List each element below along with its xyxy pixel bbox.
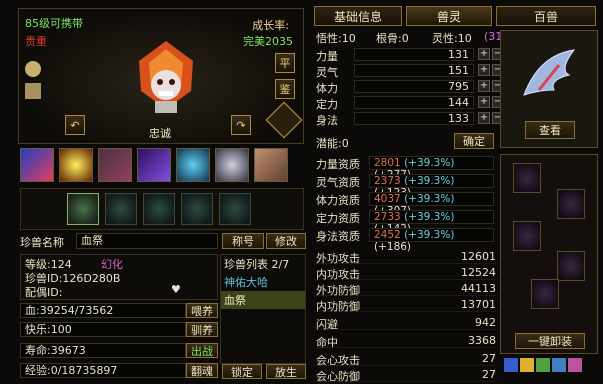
release-button[interactable]: 放生 xyxy=(266,364,306,379)
exp-bar: 经验:0/18735897 xyxy=(20,363,186,378)
apt-focus: 定力资质 2733 (+39.3%) (+142) xyxy=(314,210,494,235)
skill-bar xyxy=(20,146,304,184)
pet-list: 珍兽列表 2/7 神佑大哈 血祭 xyxy=(220,254,306,364)
buff-icon xyxy=(504,358,518,372)
appraise-button[interactable]: 鉴 xyxy=(275,79,295,99)
talent-slot[interactable] xyxy=(143,193,175,225)
plus-icon[interactable]: + xyxy=(478,64,490,76)
tab-basic-info[interactable]: 基础信息 xyxy=(314,6,402,26)
buff-icon xyxy=(520,358,534,372)
skill-lightning-icon[interactable] xyxy=(137,148,171,182)
feed-button[interactable]: 喂养 xyxy=(186,303,218,318)
talent-slot[interactable] xyxy=(67,193,99,225)
attr-strength: 力量 131 + − xyxy=(316,48,504,63)
wing-icon xyxy=(523,49,576,96)
equip-slot[interactable] xyxy=(531,279,559,309)
apt-strength: 力量资质 2801 (+39.3%) (+277) xyxy=(314,156,494,181)
lock-button[interactable]: 锁定 xyxy=(222,364,262,379)
ping-button[interactable]: 平 xyxy=(275,53,295,73)
rarity-label: 贵重 xyxy=(25,35,47,48)
attr-focus: 定力 144 + − xyxy=(316,96,504,111)
edit-button[interactable]: 修改 xyxy=(266,233,306,249)
battle-stat: 会心防御 27 xyxy=(314,368,498,383)
plus-icon[interactable]: + xyxy=(478,112,490,124)
attr-agility: 身法 133 + − xyxy=(316,112,504,127)
helmet-icon[interactable] xyxy=(25,61,41,77)
lifespan-bar: 寿命:39673 xyxy=(20,343,186,358)
skill-whirl-icon[interactable] xyxy=(176,148,210,182)
confirm-button[interactable]: 确定 xyxy=(454,133,494,149)
spirit-portrait-frame: 查看 xyxy=(500,30,598,148)
deploy-button[interactable]: 出战 xyxy=(186,343,218,358)
battle-stat: 内功攻击 12524 xyxy=(314,266,498,281)
tab-beast-spirit[interactable]: 兽灵 xyxy=(406,6,492,26)
battle-stat: 命中 3368 xyxy=(314,334,498,349)
pet-name-label: 珍兽名称 xyxy=(20,236,64,249)
potential-points: 潜能:0 xyxy=(316,137,349,150)
pet-info-panel: 等级:124 幻化 珍兽ID:126D280B 配偶ID: ♥ xyxy=(20,254,218,300)
pet-list-item[interactable]: 神佑大哈 xyxy=(221,273,305,291)
tame-button[interactable]: 驯养 xyxy=(186,322,218,337)
apt-stamina: 体力资质 4037 (+39.3%) (+307) xyxy=(314,192,494,217)
talent-slot[interactable] xyxy=(105,193,137,225)
happiness-bar: 快乐:100 xyxy=(20,322,186,337)
buff-icon xyxy=(568,358,582,372)
armor-icon[interactable] xyxy=(25,83,41,99)
pet-list-header: 珍兽列表 2/7 xyxy=(224,258,290,271)
talent-slot[interactable] xyxy=(181,193,213,225)
attr-stamina: 体力 795 + − xyxy=(316,80,504,95)
hp-bar: 血:39254/73562 xyxy=(20,303,186,318)
buff-icon xyxy=(552,358,566,372)
skill-skull-icon[interactable] xyxy=(215,148,249,182)
growth-label: 成长率: xyxy=(252,19,289,32)
pet-display: 85级可携带 贵重 成长率: 完美2035 平 鉴 ↶ ↷ 忠诚 xyxy=(18,8,304,144)
talent-slot[interactable] xyxy=(219,193,251,225)
battle-stat: 外功攻击 12601 xyxy=(314,250,498,265)
pet-name-input[interactable]: 血祭 xyxy=(76,233,218,249)
skill-fire-icon[interactable] xyxy=(59,148,93,182)
skill-demon-icon[interactable] xyxy=(20,148,54,182)
view-button[interactable]: 查看 xyxy=(525,121,575,139)
equip-slot[interactable] xyxy=(557,189,585,219)
battle-stat: 外功防御 44113 xyxy=(314,282,498,297)
pet-model xyxy=(139,41,193,113)
equipment-panel: 一键卸装 xyxy=(500,154,598,354)
attr-spirit: 灵气 151 + − xyxy=(316,64,504,79)
root-bone: 根骨:0 xyxy=(376,32,409,45)
rotate-left-button[interactable]: ↶ xyxy=(65,115,85,135)
buff-icon xyxy=(536,358,550,372)
buff-icons xyxy=(504,358,582,372)
rotate-right-button[interactable]: ↷ xyxy=(231,115,251,135)
comprehension: 悟性:10 xyxy=(316,32,356,45)
pet-list-item-selected[interactable]: 血祭 xyxy=(221,291,305,309)
spirituality: 灵性:10 xyxy=(432,32,472,45)
title-button[interactable]: 称号 xyxy=(222,233,264,249)
soul-button[interactable]: 翻魂 xyxy=(186,363,218,378)
inherent-skill-slots xyxy=(20,188,304,230)
equip-slot[interactable] xyxy=(513,221,541,251)
loyalty-label: 忠诚 xyxy=(149,127,171,140)
level-requirement: 85级可携带 xyxy=(25,17,83,30)
battle-stat: 闪避 942 xyxy=(314,316,498,331)
skill-face-icon[interactable] xyxy=(254,148,288,182)
plus-icon[interactable]: + xyxy=(478,80,490,92)
heart-icon: ♥ xyxy=(171,283,181,296)
feather-icon[interactable] xyxy=(265,101,303,139)
mate-id: 配偶ID: xyxy=(25,286,63,299)
growth-value: 完美2035 xyxy=(243,35,293,48)
equip-slot[interactable] xyxy=(557,251,585,281)
equip-slot[interactable] xyxy=(513,163,541,193)
plus-icon[interactable]: + xyxy=(478,48,490,60)
plus-icon[interactable]: + xyxy=(478,96,490,108)
battle-stat: 内功防御 13701 xyxy=(314,298,498,313)
skill-beast-icon[interactable] xyxy=(98,148,132,182)
apt-spirit: 灵气资质 2373 (+39.3%) (+123) xyxy=(314,174,494,199)
tab-hundred-beasts[interactable]: 百兽 xyxy=(496,6,596,26)
battle-stat: 会心攻击 27 xyxy=(314,352,498,367)
unequip-all-button[interactable]: 一键卸装 xyxy=(515,333,585,349)
apt-agility: 身法资质 2452 (+39.3%) (+186) xyxy=(314,228,494,253)
